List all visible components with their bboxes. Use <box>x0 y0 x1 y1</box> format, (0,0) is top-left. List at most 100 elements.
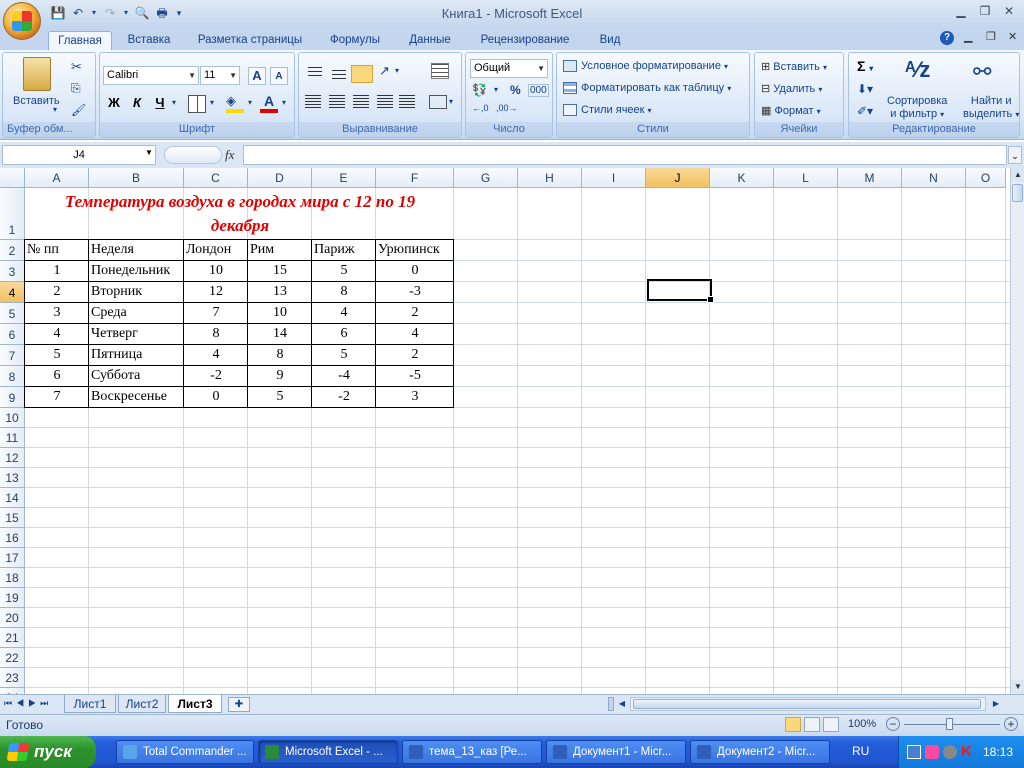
table-cell[interactable]: Суббота <box>89 366 184 387</box>
row-header-13[interactable]: 13 <box>0 468 25 488</box>
table-cell[interactable]: 8 <box>248 345 312 366</box>
underline-dropdown-icon[interactable]: ▾ <box>172 98 176 107</box>
table-cell[interactable]: 1 <box>25 261 89 282</box>
column-header-j[interactable]: J <box>646 168 710 188</box>
fill-color-icon[interactable]: ◈ <box>226 93 244 113</box>
ribbon-minimize-icon[interactable]: ▁ <box>964 30 972 43</box>
scroll-right-icon[interactable]: ▶ <box>990 697 1002 711</box>
increase-decimal-icon[interactable]: ←,0 <box>472 103 489 113</box>
merge-dropdown-icon[interactable]: ▾ <box>449 97 453 106</box>
increase-indent-icon[interactable] <box>399 95 415 109</box>
copy-icon[interactable]: ⎘ <box>71 81 81 96</box>
table-cell[interactable]: 14 <box>248 324 312 345</box>
table-cell[interactable]: Воскресенье <box>89 387 184 408</box>
row-header-19[interactable]: 19 <box>0 588 25 608</box>
borders-icon[interactable] <box>188 95 206 113</box>
table-cell[interactable]: 8 <box>312 282 376 303</box>
sheet-tab-2[interactable]: Лист2 <box>118 695 166 713</box>
find-select-button[interactable]: Найти и выделить ▾ <box>963 95 1019 121</box>
table-cell[interactable]: 6 <box>312 324 376 345</box>
table-cell[interactable]: 13 <box>248 282 312 303</box>
row-header-4[interactable]: 4 <box>0 282 25 303</box>
table-cell[interactable]: 5 <box>248 387 312 408</box>
column-header-d[interactable]: D <box>248 168 312 188</box>
decrease-indent-icon[interactable] <box>377 95 393 109</box>
column-header-b[interactable]: B <box>89 168 184 188</box>
restore-button[interactable]: ❐ <box>974 4 996 20</box>
number-format-select[interactable]: Общий ▼ <box>470 59 548 78</box>
column-header-l[interactable]: L <box>774 168 838 188</box>
table-header-cell[interactable]: Урюпинск <box>376 240 454 261</box>
cut-icon[interactable]: ✂ <box>71 59 82 75</box>
speaker-icon[interactable] <box>943 745 957 759</box>
align-bottom-icon[interactable] <box>351 65 373 83</box>
tab-split-handle[interactable] <box>608 697 614 711</box>
row-header-21[interactable]: 21 <box>0 628 25 648</box>
name-box-dropdown-icon[interactable]: ▼ <box>145 148 153 157</box>
table-cell[interactable]: 10 <box>248 303 312 324</box>
scroll-left-icon[interactable]: ◀ <box>616 697 628 711</box>
table-cell[interactable]: 10 <box>184 261 248 282</box>
orientation-icon[interactable]: ↗ <box>379 63 390 79</box>
row-header-8[interactable]: 8 <box>0 366 25 387</box>
column-header-g[interactable]: G <box>454 168 518 188</box>
table-cell[interactable]: 3 <box>25 303 89 324</box>
format-as-table-button[interactable]: Форматировать как таблицу ▾ <box>563 82 731 95</box>
table-cell[interactable]: -5 <box>376 366 454 387</box>
table-cell[interactable]: 4 <box>312 303 376 324</box>
sheet-tab-3[interactable]: Лист3 <box>168 695 222 713</box>
table-cell[interactable]: 4 <box>184 345 248 366</box>
font-color-icon[interactable]: A <box>260 93 278 113</box>
row-header-18[interactable]: 18 <box>0 568 25 588</box>
merge-center-icon[interactable] <box>429 95 447 109</box>
row-header-12[interactable]: 12 <box>0 448 25 468</box>
horizontal-scrollbar[interactable] <box>630 697 986 711</box>
start-button[interactable]: пуск <box>0 736 96 768</box>
table-cell[interactable]: 4 <box>376 324 454 345</box>
table-cell[interactable]: 9 <box>248 366 312 387</box>
thousands-button[interactable]: 000 <box>528 84 549 97</box>
tab-home[interactable]: Главная <box>48 31 112 50</box>
zoom-level[interactable]: 100% <box>848 718 876 730</box>
table-title[interactable]: Температура воздуха в городах мира с 12 … <box>25 188 455 240</box>
language-indicator[interactable]: RU <box>852 744 869 758</box>
align-center-icon[interactable] <box>329 95 345 109</box>
row-header-22[interactable]: 22 <box>0 648 25 668</box>
row-header-11[interactable]: 11 <box>0 428 25 448</box>
row-header-20[interactable]: 20 <box>0 608 25 628</box>
task-word-topic[interactable]: тема_13_каз [Ре... <box>402 740 542 764</box>
name-box[interactable]: J4 <box>2 145 156 165</box>
table-header-cell[interactable]: Париж <box>312 240 376 261</box>
cell-styles-button[interactable]: Стили ячеек ▾ <box>563 104 652 117</box>
tab-insert[interactable]: Вставка <box>120 31 178 50</box>
tab-page-layout[interactable]: Разметка страницы <box>190 31 310 50</box>
row-header-17[interactable]: 17 <box>0 548 25 568</box>
align-middle-icon[interactable] <box>329 65 349 83</box>
borders-dropdown-icon[interactable]: ▾ <box>210 98 214 107</box>
align-top-icon[interactable] <box>305 65 325 83</box>
fill-icon[interactable]: ⬇▾ <box>857 82 873 96</box>
row-header-10[interactable]: 10 <box>0 408 25 428</box>
tray-app-icon[interactable] <box>925 745 939 759</box>
task-document1[interactable]: Документ1 - Micr... <box>546 740 686 764</box>
column-header-f[interactable]: F <box>376 168 454 188</box>
currency-dropdown-icon[interactable]: ▾ <box>494 85 498 94</box>
italic-button[interactable]: К <box>128 95 146 113</box>
table-cell[interactable]: 3 <box>376 387 454 408</box>
table-header-cell[interactable]: Лондон <box>184 240 248 261</box>
row-header-7[interactable]: 7 <box>0 345 25 366</box>
page-layout-view-icon[interactable] <box>804 717 820 732</box>
align-right-icon[interactable] <box>353 95 369 109</box>
font-name-select[interactable]: Calibri ▼ <box>103 66 199 85</box>
help-icon[interactable]: ? <box>940 31 954 45</box>
insert-sheet-icon[interactable]: ✚ <box>228 697 250 712</box>
column-header-o[interactable]: O <box>966 168 1006 188</box>
bold-button[interactable]: Ж <box>105 95 123 113</box>
close-button[interactable]: ✕ <box>998 4 1020 20</box>
table-cell[interactable]: 7 <box>25 387 89 408</box>
conditional-formatting-button[interactable]: Условное форматирование ▾ <box>563 60 728 73</box>
fill-color-dropdown-icon[interactable]: ▾ <box>248 98 252 107</box>
formula-input[interactable] <box>243 145 1007 165</box>
decrease-decimal-icon[interactable]: ,00→ <box>496 103 518 113</box>
table-cell[interactable]: Понедельник <box>89 261 184 282</box>
